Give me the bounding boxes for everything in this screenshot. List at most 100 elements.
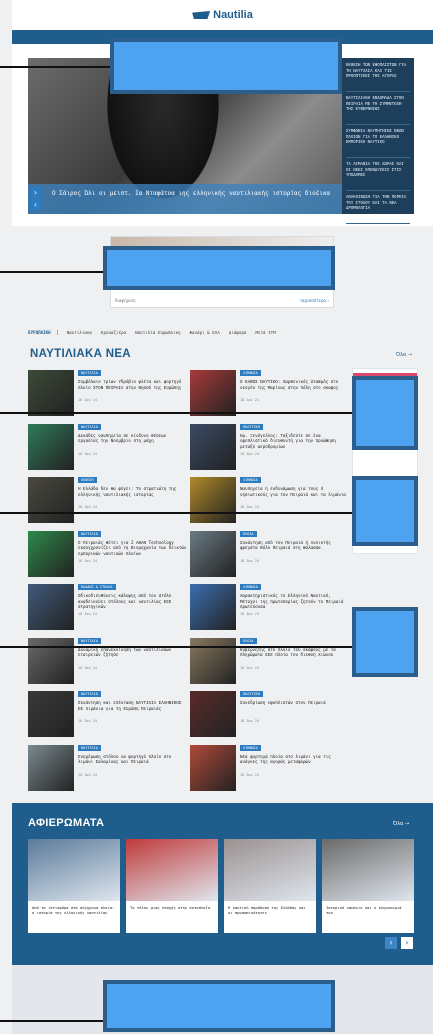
ad-more-link[interactable]: περισσότερα › — [300, 298, 329, 303]
hero-side-item[interactable]: ΕΚΘΕΣΗ ΤΩΝ ΕΦΟΠΛΙΣΤΩΝ ΓΙΑ ΤΗ ΝΑΥΤΙΛΙΑ ΚΑ… — [346, 62, 410, 92]
tab-item[interactable]: Φανάρι & ΕΛΛ — [190, 330, 220, 335]
afieromata-card[interactable]: Η ναυτική παράδοση της Ελλάδας και οι πρ… — [224, 839, 316, 933]
afieromata-card[interactable]: Ιστορικό ναυάγιο και η κληρονομιά του — [322, 839, 414, 933]
news-headline[interactable]: Ενημέρωση στόλου να φορτηγό πλοίο στο λι… — [78, 754, 188, 765]
afieromata-card-image[interactable] — [126, 839, 218, 901]
site-logo[interactable]: Nautilia — [192, 9, 253, 21]
news-headline[interactable]: Συνάντηση και επέκταση ΝΑΥΤΙΛΙΑ ΕΛΛΗΝΙΚΗ… — [78, 700, 188, 711]
news-headline[interactable]: Ο ΚΑΒΟΣ ΝΑΥΤΙΚΟ: παρθενικός σταθμός στο … — [240, 379, 350, 390]
news-headline[interactable]: Ημ. Ξενόγελλος: Ταξιδεύτε σε ένα εφοπλισ… — [240, 433, 350, 450]
afieromata-card-title[interactable]: Ιστορικό ναυάγιο και η κληρονομιά του — [326, 905, 410, 915]
tab-item[interactable]: Ναυτιλία Ευρωπαικη — [135, 330, 180, 335]
news-headline[interactable]: Δυναμική επανεκκίνηση των ναυτιλιακών ετ… — [78, 647, 188, 658]
news-headline[interactable]: Ο Πειραιάς θέτει για 2 ΑΝΑΝ Technology ε… — [78, 540, 188, 557]
news-headline[interactable]: Ναυπηγεία ή ενδυνάμωση για τους 4 νησιωτ… — [240, 486, 350, 497]
news-category-badge[interactable]: ΛΙΜΑΝΙΑ — [240, 370, 261, 376]
tab-item[interactable]: Ναυτιλιακα — [67, 330, 92, 335]
news-thumbnail[interactable] — [28, 370, 74, 416]
news-item[interactable]: ΕΚΘΕΣΗ Η Ελλάδα δεν θα φύγει: Το στρατιώτ… — [28, 477, 188, 523]
tab-item[interactable]: Κρουαζιέρα — [101, 330, 126, 335]
news-item[interactable]: ΠΛΟΙΑ Κυβερνήτης στο πλοίο του σκάφους με… — [190, 637, 350, 684]
news-category-badge[interactable]: ΝΑΥΤΙΛΙΑ — [78, 691, 101, 697]
news-thumbnail[interactable] — [190, 423, 236, 470]
news-item[interactable]: ΝΑΥΤΙΛΙΑ Ενημέρωση στόλου να φορτηγό πλοί… — [28, 744, 188, 791]
news-item[interactable]: ΛΙΜΑΝΙΑ Ναυπηγεία ή ενδυνάμωση για τους 4… — [190, 477, 350, 523]
afieromata-card-image[interactable] — [28, 839, 120, 901]
news-thumbnail[interactable] — [190, 584, 236, 630]
news-item[interactable]: ΝΑΥΤΙΛΙΑ Δυναμική επανεκκίνηση των ναυτιλ… — [28, 637, 188, 684]
news-item[interactable]: ΛΙΜΑΝΙΑ Ο ΚΑΒΟΣ ΝΑΥΤΙΚΟ: παρθενικός σταθμ… — [190, 370, 350, 416]
news-category-badge[interactable]: ΝΑΥΤΙΛΙΑ — [78, 423, 101, 430]
afieromata-all-link[interactable]: Όλα → — [393, 821, 409, 827]
logo-text: Nautilia — [213, 9, 253, 21]
news-headline[interactable]: Συνάντηση από τον Πειραιά ή Ανοικτής φρε… — [240, 540, 350, 551]
news-item[interactable]: ΝΑΥΤΙΛΙΑ Ο Πειραιάς θέτει για 2 ΑΝΑΝ Tech… — [28, 530, 188, 577]
news-item[interactable]: ΝΑΥΤΙΛΙΑ Συνάντηση και επέκταση ΝΑΥΤΙΛΙΑ … — [28, 691, 188, 737]
news-category-badge[interactable]: ΠΛΟΙΑ — [240, 637, 257, 644]
hero-next-button[interactable]: › — [30, 187, 41, 198]
news-category-badge[interactable]: ΠΟΛΙΤΙΚΗ — [240, 691, 263, 697]
news-thumbnail[interactable] — [28, 477, 74, 523]
news-headline[interactable]: Οδικοδιευθύνεις κάλυψης από τον στόλο αν… — [78, 593, 188, 610]
news-thumbnail[interactable] — [28, 423, 74, 470]
afieromata-card-image[interactable] — [322, 839, 414, 901]
news-category-badge[interactable]: ΠΛΟΙΑ — [240, 530, 257, 537]
news-thumbnail[interactable] — [28, 691, 74, 737]
news-item[interactable]: ΛΙΜΑΝΙΑ Χαρακτηριστικός το Ελληνικό Ναυτι… — [190, 584, 350, 630]
news-headline[interactable]: Η Ελλάδα δεν θα φύγει: Το στρατιώτη της … — [78, 486, 188, 497]
news-category-badge[interactable]: ΝΑΥΤΙΛΙΑ — [78, 637, 101, 644]
news-thumbnail[interactable] — [190, 370, 236, 416]
news-headline[interactable]: Κυβερνήτης στο πλοίο του σκάφους με τα π… — [240, 647, 350, 658]
news-thumbnail[interactable] — [190, 530, 236, 577]
news-category-badge[interactable]: ΝΑΥΤΙΛΙΑ — [78, 530, 101, 537]
afieromata-card-image[interactable] — [224, 839, 316, 901]
tab-item[interactable]: Μετά ΙΤΜ — [255, 330, 275, 335]
hero-prev-button[interactable]: ‹ — [30, 199, 41, 210]
news-category-badge[interactable]: ΠΟΛΙΤΙΚΗ — [240, 423, 263, 430]
news-thumbnail[interactable] — [190, 744, 236, 791]
afieromata-card-title[interactable]: Η ναυτική παράδοση της Ελλάδας και οι πρ… — [228, 905, 312, 915]
news-headline[interactable]: Νέα φορτηγά πλοία στο λιμάνι για τις ανά… — [240, 754, 350, 765]
news-thumbnail[interactable] — [28, 530, 74, 577]
news-item[interactable]: ΠΟΛΙΤΙΚΗ Ημ. Ξενόγελλος: Ταξιδεύτε σε ένα… — [190, 423, 350, 470]
afieromata-card[interactable]: Από τα ιστιοφόρα στα σύγχρονα πλοία: η ι… — [28, 839, 120, 933]
afieromata-card-title[interactable]: Από τα ιστιοφόρα στα σύγχρονα πλοία: η ι… — [32, 905, 116, 915]
news-category-badge[interactable]: ΛΙΜΑΝΙΑ — [240, 584, 261, 590]
news-item[interactable]: ΝΑΥΤΙΛΙΑ Συμβόλαιο τρίων Υδρόβιο φλέτα κα… — [28, 370, 188, 416]
hero-side-item[interactable]: ΣΥΜΦΩΝΙΑ ΝΑΥΠΗΓΗΣΗΣ ΝΕΩΝ ΠΛΟΙΩΝ ΓΙΑ ΤΟ Ε… — [346, 128, 410, 158]
news-item[interactable]: ΚΛΑΔΟΣ & ΣΤΟΛΟΣ Οδικοδιευθύνεις κάλυψης α… — [28, 584, 188, 630]
hero-side-item[interactable]: ΑΝΑΚΟΙΝΩΣΗ ΓΙΑ ΤΗΝ ΠΟΡΕΙΑ ΤΟΥ ΣΤΟΛΟΥ ΚΑΙ… — [346, 194, 410, 224]
news-headline[interactable]: Χαρακτηριστικός το Ελληνικό Ναυτικό, Μέτ… — [240, 593, 350, 610]
news-item[interactable]: ΝΑΥΤΙΛΙΑ Δεκάδες ναυπηγεία σε κίνδυνο θέσ… — [28, 423, 188, 470]
news-category-badge[interactable]: ΚΛΑΔΟΣ & ΣΤΟΛΟΣ — [78, 584, 116, 590]
news-category-badge[interactable]: ΛΙΜΑΝΙΑ — [240, 477, 261, 483]
news-category-badge[interactable]: ΛΙΜΑΝΙΑ — [240, 744, 261, 751]
news-date: 18 Ιαν 24 — [240, 451, 259, 456]
news-thumbnail[interactable] — [28, 584, 74, 630]
hero-side-item[interactable]: ΤΑ ΛΙΜΑΝΙΑ ΤΗΣ ΧΩΡΑΣ ΚΑΙ ΟΙ ΝΕΕΣ ΕΠΕΝΔΥΣ… — [346, 161, 410, 191]
afieromata-card-title[interactable]: Το τέλος μιας εποχής στην ακτοπλοΐα — [130, 905, 214, 910]
news-headline[interactable]: Δεκάδες ναυπηγεία σε κίνδυνο θέσεων εργα… — [78, 433, 188, 444]
hero-side-item[interactable]: ΝΑΥΤΙΛΙΑΚΗ ΕΒΔΟΜΑΔΑ ΣΤΟΝ ΠΕΙΡΑΙΑ ΜΕ ΤΗ Σ… — [346, 95, 410, 125]
news-category-badge[interactable]: ΝΑΥΤΙΛΙΑ — [78, 744, 101, 751]
news-thumbnail[interactable] — [190, 477, 236, 523]
afieromata-next-button[interactable]: › — [401, 937, 413, 949]
news-thumbnail[interactable] — [190, 637, 236, 684]
news-thumbnail[interactable] — [190, 691, 236, 737]
news-thumbnail[interactable] — [28, 637, 74, 684]
tab-active[interactable]: ΕΥΡΩΠΑΙΚΗ — [28, 329, 58, 335]
news-all-link[interactable]: Όλα → — [396, 352, 412, 358]
news-headline[interactable]: Συνεδρίαση εφοπλιστών στον Πειραιά — [240, 700, 350, 706]
hero-caption[interactable]: Ο Σάιρος Ώλι οι μειστ. Ια Νταφάτοα ιης ε… — [28, 184, 342, 214]
news-item[interactable]: ΠΛΟΙΑ Συνάντηση από τον Πειραιά ή Ανοικτή… — [190, 530, 350, 577]
afieromata-prev-button[interactable]: ‹ — [385, 937, 397, 949]
afieromata-card[interactable]: Το τέλος μιας εποχής στην ακτοπλοΐα — [126, 839, 218, 933]
news-category-badge[interactable]: ΕΚΘΕΣΗ — [78, 477, 97, 483]
news-date: 18 Ιαν 24 — [78, 665, 97, 670]
news-thumbnail[interactable] — [28, 744, 74, 791]
news-item[interactable]: ΠΟΛΙΤΙΚΗ Συνεδρίαση εφοπλιστών στον Πειρα… — [190, 691, 350, 737]
news-headline[interactable]: Συμβόλαιο τρίων Υδρόβιο φλέτα και φορτηγ… — [78, 379, 188, 390]
news-item[interactable]: ΛΙΜΑΝΙΑ Νέα φορτηγά πλοία στο λιμάνι για … — [190, 744, 350, 791]
news-category-badge[interactable]: ΝΑΥΤΙΛΙΑ — [78, 370, 101, 376]
tab-item[interactable]: Διάφορα — [229, 330, 247, 335]
